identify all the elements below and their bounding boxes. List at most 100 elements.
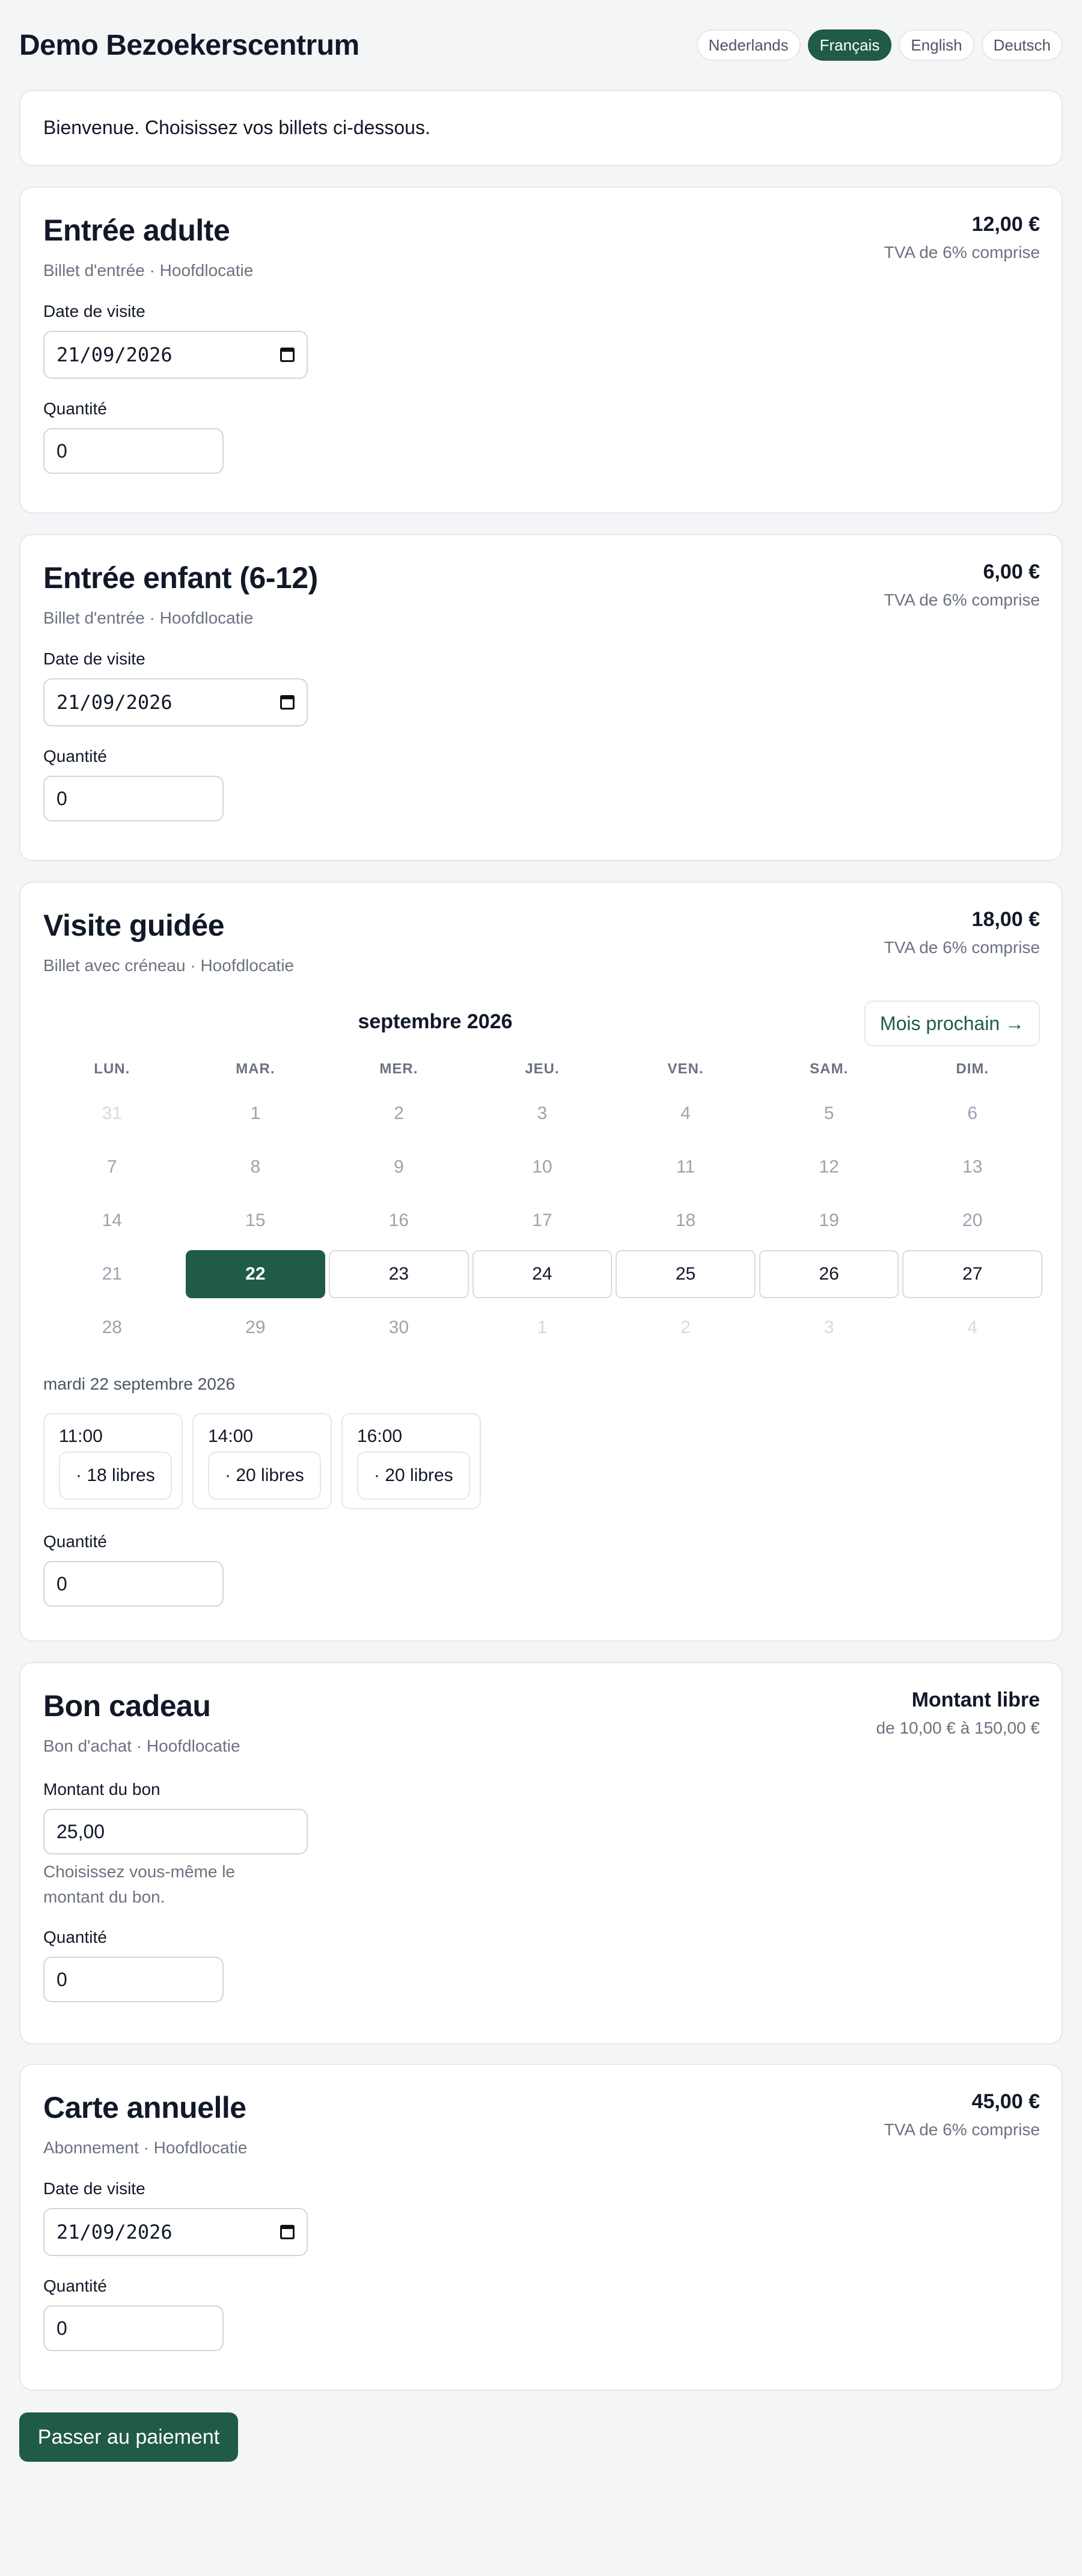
visit-date-value: 21/09/2026 [57, 343, 173, 366]
product-price: 12,00 € [971, 213, 1040, 236]
quantity-value: 0 [57, 1572, 67, 1595]
site-title: Demo Bezoekerscentrum [19, 29, 359, 61]
welcome-text: Bienvenue. Choisissez vos billets ci-des… [43, 117, 430, 138]
time-slot[interactable]: 14:00 · 20 libres [192, 1413, 332, 1509]
calendar-grid: LUN. MAR. MER. JEU. VEN. SAM. DIM. 31 1 2 3 4 5 6 7 8 9 1… [42, 1057, 1042, 1357]
calendar-day: 9 [394, 1157, 404, 1177]
voucher-amount-value: 25,00 [57, 1820, 105, 1842]
quantity-input[interactable]: 0 [43, 2305, 224, 2351]
time-slots: 11:00 · 18 libres 14:00 · 20 libres 16:0… [43, 1413, 481, 1509]
product-title: Carte annuelle [43, 2091, 246, 2124]
slot-time: 14:00 [208, 1426, 254, 1446]
visit-date-label: Date de visite [43, 302, 145, 320]
weekday-header: JEU. [525, 1061, 560, 1077]
language-de-button[interactable]: Deutsch [981, 29, 1063, 61]
product-subtitle: Billet d'entrée · Hoofdlocatie [43, 609, 254, 627]
visit-date-input[interactable]: 21/09/2026 [43, 331, 308, 379]
language-switcher: Nederlands Français English Deutsch [696, 29, 1063, 61]
calendar-day: 20 [962, 1210, 983, 1230]
quantity-input[interactable]: 0 [43, 776, 224, 821]
product-vat: TVA de 6% comprise [884, 590, 1040, 609]
welcome-card: Bienvenue. Choisissez vos billets ci-des… [19, 90, 1063, 166]
voucher-amount-input[interactable]: 25,00 [43, 1809, 308, 1854]
quantity-label: Quantité [43, 1928, 107, 1946]
weekday-header: DIM. [956, 1061, 989, 1077]
weekday-header: LUN. [94, 1061, 130, 1077]
product-title: Bon cadeau [43, 1689, 211, 1723]
calendar-day[interactable]: 24 [472, 1250, 613, 1298]
calendar-day: 13 [962, 1157, 983, 1177]
product-title: Entrée enfant (6-12) [43, 561, 318, 595]
slot-availability[interactable]: · 20 libres [357, 1452, 470, 1500]
calendar-day: 10 [532, 1157, 552, 1177]
quantity-input[interactable]: 0 [43, 1957, 224, 2002]
product-title: Entrée adulte [43, 213, 230, 247]
quantity-label: Quantité [43, 2277, 107, 2295]
product-card-annual-pass: Carte annuelle Abonnement · Hoofdlocatie… [19, 2064, 1063, 2391]
visit-date-value: 21/09/2026 [57, 2221, 173, 2243]
weekday-header: SAM. [810, 1061, 849, 1077]
slot-time: 11:00 [59, 1426, 103, 1446]
visit-date-value: 21/09/2026 [57, 691, 173, 714]
calendar-day: 12 [819, 1157, 839, 1177]
calendar-day: 28 [102, 1317, 122, 1337]
calendar-month-title: septembre 2026 [358, 1010, 513, 1033]
product-vat: TVA de 6% comprise [884, 243, 1040, 262]
quantity-input[interactable]: 0 [43, 1561, 224, 1607]
calendar-day[interactable]: 25 [616, 1250, 756, 1298]
calendar-day: 3 [537, 1103, 548, 1123]
product-card-guided-tour: Visite guidée Billet avec créneau · Hoof… [19, 882, 1063, 1642]
calendar-day: 21 [102, 1264, 122, 1284]
product-card-adult: Entrée adulte Billet d'entrée · Hoofdloc… [19, 186, 1063, 514]
slot-availability[interactable]: · 20 libres [208, 1452, 321, 1500]
quantity-label: Quantité [43, 1532, 107, 1551]
weekday-header: VEN. [667, 1061, 704, 1077]
quantity-value: 0 [57, 787, 67, 809]
language-nl-button[interactable]: Nederlands [696, 29, 801, 61]
checkout-button[interactable]: Passer au paiement [19, 2412, 238, 2462]
next-month-button[interactable]: Mois prochain → [864, 1001, 1040, 1046]
quantity-value: 0 [57, 440, 67, 462]
calendar-day: 17 [532, 1210, 552, 1230]
slot-availability[interactable]: · 18 libres [59, 1452, 172, 1500]
calendar-day: 8 [250, 1157, 261, 1177]
quantity-value: 0 [57, 2317, 67, 2339]
quantity-input[interactable]: 0 [43, 428, 224, 474]
time-slot[interactable]: 16:00 · 20 libres [341, 1413, 481, 1509]
product-vat: TVA de 6% comprise [884, 2120, 1040, 2139]
calendar-day[interactable]: 27 [902, 1250, 1042, 1298]
calendar-day: 29 [245, 1317, 266, 1337]
header: Demo Bezoekerscentrum Nederlands Françai… [19, 24, 1063, 66]
calendar-day[interactable]: 26 [759, 1250, 899, 1298]
weekday-header: MER. [379, 1061, 418, 1077]
calendar-icon[interactable] [280, 348, 295, 362]
calendar-day: 14 [102, 1210, 122, 1230]
selected-date-text: mardi 22 septembre 2026 [43, 1375, 236, 1393]
visit-date-label: Date de visite [43, 2179, 145, 2198]
calendar-icon[interactable] [280, 695, 295, 710]
product-price: 18,00 € [971, 908, 1040, 931]
product-subtitle: Billet d'entrée · Hoofdlocatie [43, 261, 254, 280]
product-subtitle: Abonnement · Hoofdlocatie [43, 2138, 248, 2157]
calendar-day[interactable]: 23 [329, 1250, 469, 1298]
quantity-value: 0 [57, 1968, 67, 1990]
calendar-day: 11 [676, 1157, 695, 1177]
calendar-day: 16 [388, 1210, 409, 1230]
calendar-day: 2 [680, 1317, 691, 1337]
weekday-header: MAR. [236, 1061, 275, 1077]
visit-date-label: Date de visite [43, 649, 145, 668]
calendar-day: 31 [102, 1103, 122, 1123]
visit-date-input[interactable]: 21/09/2026 [43, 678, 308, 726]
calendar-day: 4 [680, 1103, 691, 1123]
calendar-day: 7 [106, 1157, 117, 1177]
calendar-day: 2 [394, 1103, 404, 1123]
product-card-gift-voucher: Bon cadeau Bon d'achat · Hoofdlocatie Mo… [19, 1662, 1063, 2044]
calendar-day: 3 [824, 1317, 834, 1337]
product-price: 45,00 € [971, 2090, 1040, 2113]
language-en-button[interactable]: English [899, 29, 974, 61]
visit-date-input[interactable]: 21/09/2026 [43, 2208, 308, 2256]
calendar-icon[interactable] [280, 2225, 295, 2239]
language-fr-button[interactable]: Français [807, 29, 892, 61]
calendar-day-selected[interactable]: 22 [185, 1250, 326, 1298]
time-slot[interactable]: 11:00 · 18 libres [43, 1413, 183, 1509]
